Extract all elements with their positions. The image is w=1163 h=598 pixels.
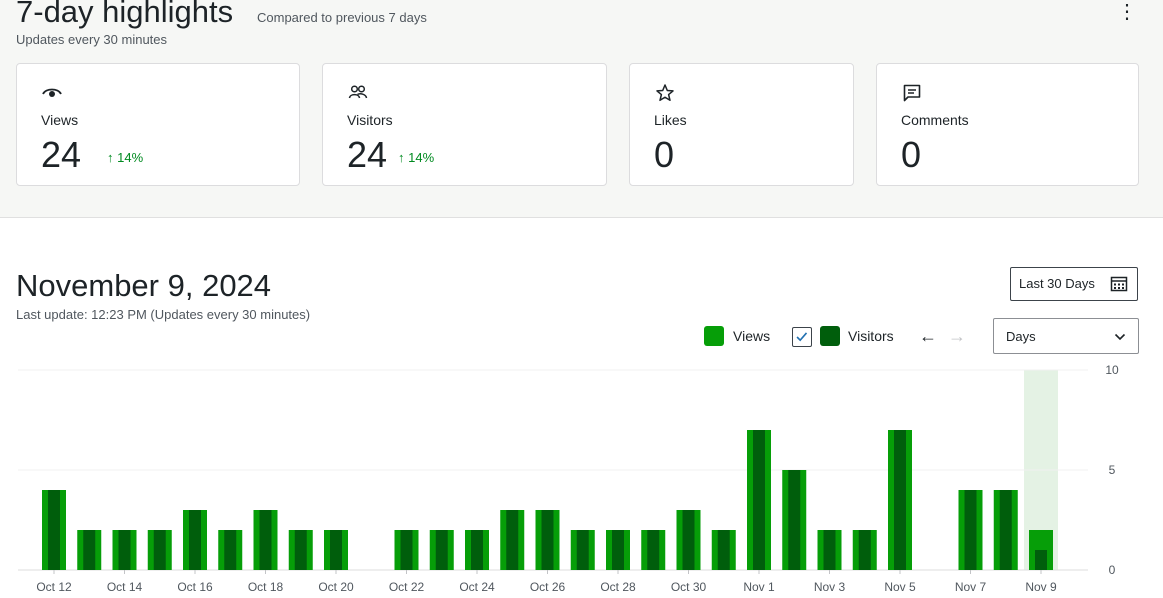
visitors-bar [717,530,730,570]
date-range-button[interactable]: Last 30 Days [1010,267,1138,301]
visitors-bar [435,530,448,570]
x-tick-label: Oct 14 [107,580,143,594]
comments-label: Comments [901,112,969,128]
x-tick-label: Oct 12 [36,580,72,594]
visitors-bar [506,510,519,570]
x-tick-label: Oct 30 [671,580,707,594]
likes-card: Likes 0 [629,63,854,186]
visitors-bar [858,530,871,570]
comment-icon [903,84,921,102]
highlights-update-text: Updates every 30 minutes [16,32,168,47]
visitors-bar [576,530,589,570]
visitors-bar [471,530,483,570]
likes-value: 0 [654,134,675,175]
visitors-bar [612,530,624,570]
views-value: 24 [41,134,82,175]
comments-value: 0 [901,134,922,175]
highlights-compare-text: Compared to previous 7 days [257,10,427,25]
visitors-card: Visitors 24 ↑ 14% [322,63,607,186]
visitors-bar [83,530,96,570]
views-visitors-bar-chart: 0 5 10 Oct 12 Oct 14 Oct 16 Oct 18 Oct 20 Oct 22… [18,363,1119,594]
visitors-bar [999,490,1012,570]
visitors-bar [894,430,906,570]
visitors-bar [224,530,237,570]
more-vertical-icon[interactable]: ⋮ [1115,2,1139,24]
star-icon [656,84,674,102]
x-tick-label: Oct 26 [530,580,566,594]
views-label: Views [41,112,79,128]
visitors-checkbox[interactable] [792,327,812,347]
x-tick-label: Nov 1 [743,580,775,594]
visitors-bar [647,530,660,570]
x-tick-label: Nov 5 [884,580,916,594]
visitors-bar [541,510,554,570]
y-tick-label: 0 [1109,563,1116,577]
x-tick-label: Oct 16 [177,580,213,594]
last-update-text: Last update: 12:23 PM (Updates every 30 … [16,307,311,322]
x-tick-label: Nov 9 [1025,580,1057,594]
x-tick-label: Oct 24 [459,580,495,594]
visitors-bar [294,530,307,570]
visitors-bar [118,530,131,570]
x-tick-label: Nov 7 [955,580,987,594]
visitors-bar [682,510,695,570]
period-select[interactable]: Days [993,318,1139,354]
visitors-bar [48,490,60,570]
visitors-bar [964,490,977,570]
visitors-bar [330,530,342,570]
views-delta: ↑ 14% [107,150,144,165]
likes-label: Likes [654,112,687,128]
people-icon [348,85,368,99]
checkmark-icon [796,332,808,342]
period-select-value: Days [1006,329,1036,344]
chart-date-title: November 9, 2024 [16,268,272,303]
visitors-bar [1035,550,1047,570]
highlights-title: 7-day highlights [16,0,234,29]
views-card: Views 24 ↑ 14% [16,63,300,186]
visitors-bar [788,470,801,570]
visitors-bar [153,530,166,570]
views-legend-label: Views [733,328,771,344]
x-tick-label: Oct 28 [600,580,636,594]
visitors-value: 24 [347,134,388,175]
y-tick-label: 10 [1105,363,1119,377]
visitors-bar [823,530,836,570]
x-tick-label: Oct 20 [318,580,354,594]
visitors-bar [189,510,201,570]
visitors-bar [259,510,272,570]
arrow-left-icon[interactable]: ← [918,326,938,346]
visitors-label: Visitors [347,112,393,128]
eye-icon [42,88,62,97]
visitors-delta: ↑ 14% [398,150,435,165]
visitors-legend-label: Visitors [848,328,894,344]
y-tick-label: 5 [1109,463,1116,477]
x-tick-label: Oct 18 [248,580,284,594]
views-legend-swatch [704,326,724,346]
calendar-icon [1110,276,1128,292]
comments-card: Comments 0 [876,63,1139,186]
highlights-section: 7-day highlights Compared to previous 7 … [0,0,1163,218]
date-range-label: Last 30 Days [1019,276,1095,291]
chevron-down-icon [1114,333,1126,341]
x-tick-label: Oct 22 [389,580,425,594]
x-tick-label: Nov 3 [814,580,846,594]
visitors-legend-swatch [820,326,840,346]
visitors-bar [753,430,765,570]
visitors-bar [400,530,413,570]
arrow-right-icon[interactable]: → [947,326,967,346]
